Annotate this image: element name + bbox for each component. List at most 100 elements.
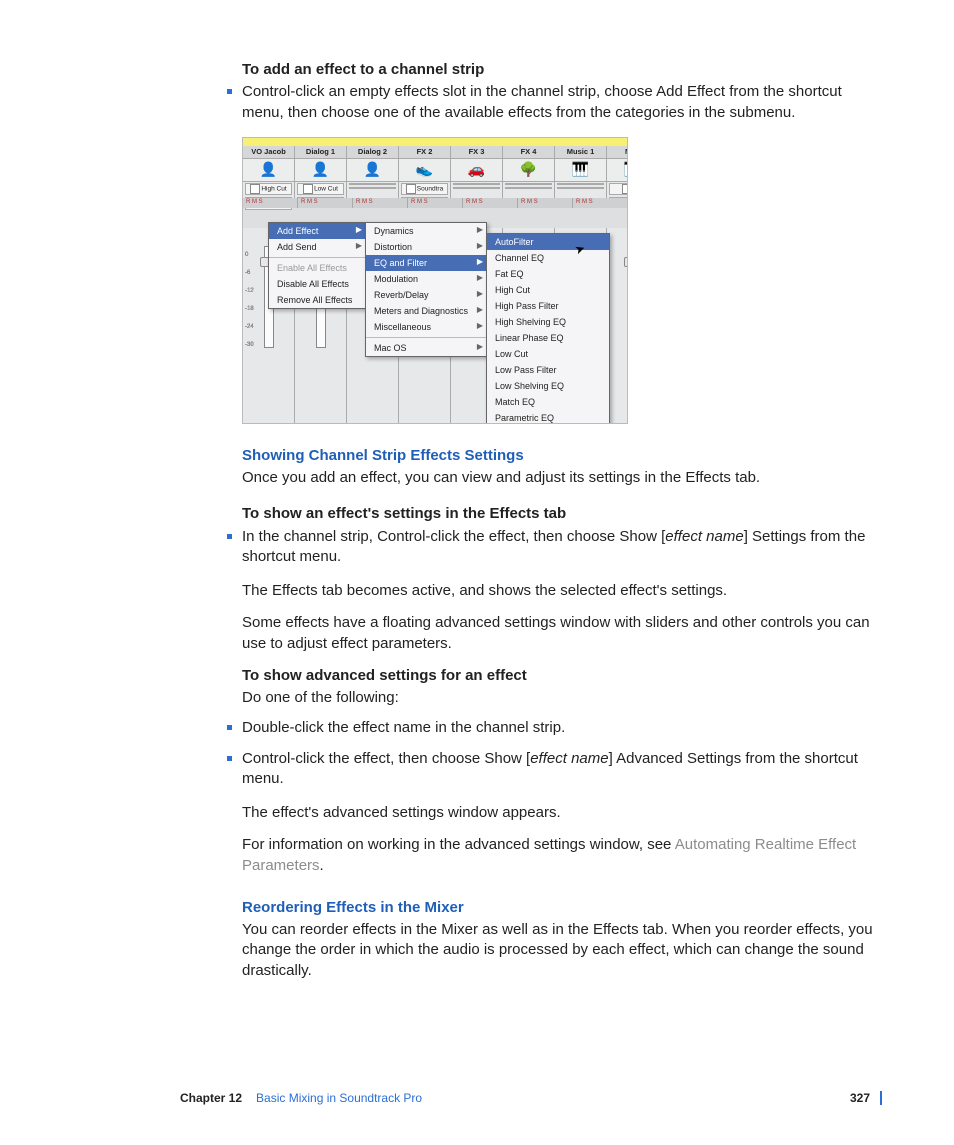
- menu-item[interactable]: High Pass Filter: [487, 298, 609, 314]
- para-floating-window: Some effects have a floating advanced se…: [242, 613, 882, 654]
- effect-slot[interactable]: [349, 183, 396, 185]
- chevron-right-icon: ▶: [477, 321, 483, 332]
- channel-name: FX 3: [451, 146, 502, 159]
- channel-strip[interactable]: Dialog 1👤Low Cut: [295, 146, 347, 206]
- para-more-info: For information on working in the advanc…: [242, 835, 882, 876]
- menu-item[interactable]: AutoFilter: [487, 234, 609, 250]
- screenshot-mixer: VO Jacob👤High CutCompresDialog 1👤Low Cut…: [242, 137, 628, 424]
- subhead-show-settings: To show an effect's settings in the Effe…: [242, 504, 882, 524]
- channel-icon: 🚗: [451, 159, 502, 182]
- channel-strip[interactable]: FX 2👟Soundtra: [399, 146, 451, 206]
- channel-strip[interactable]: Mus🎹Mu: [607, 146, 628, 206]
- effect-slot[interactable]: High Cut: [245, 183, 292, 195]
- menu-item[interactable]: Disable All Effects: [269, 276, 365, 292]
- channel-strip[interactable]: FX 4🌳: [503, 146, 555, 206]
- menu-item[interactable]: Meters and Diagnostics▶: [366, 303, 486, 319]
- chevron-right-icon: ▶: [477, 289, 483, 300]
- footer-chapter: Chapter 12: [180, 1091, 242, 1105]
- menu-item[interactable]: Dynamics▶: [366, 223, 486, 239]
- menu-item[interactable]: Low Shelving EQ: [487, 378, 609, 394]
- menu-item[interactable]: Reverb/Delay▶: [366, 287, 486, 303]
- chevron-right-icon: ▶: [356, 241, 362, 252]
- effect-slot[interactable]: [557, 183, 604, 185]
- effect-slot[interactable]: [349, 187, 396, 189]
- volume-fader[interactable]: [628, 246, 629, 348]
- menu-item[interactable]: Modulation▶: [366, 271, 486, 287]
- channel-icon: 🌳: [503, 159, 554, 182]
- footer-title: Basic Mixing in Soundtrack Pro: [256, 1091, 422, 1105]
- channel-name: Music 1: [555, 146, 606, 159]
- channel-name: FX 4: [503, 146, 554, 159]
- channel-name: FX 2: [399, 146, 450, 159]
- meter-readout: R M S: [353, 198, 408, 208]
- channel-strip[interactable]: Dialog 2👤: [347, 146, 399, 206]
- effect-slot[interactable]: Low Cut: [297, 183, 344, 195]
- menu-item[interactable]: Fat EQ: [487, 266, 609, 282]
- bullet-controlclick: Control-click the effect, then choose Sh…: [242, 749, 882, 790]
- effect-slot[interactable]: Soundtra: [401, 183, 448, 195]
- channel-name: Mus: [607, 146, 628, 159]
- context-menu-main[interactable]: Add Effect▶Add Send▶ Enable All EffectsDi…: [268, 222, 366, 309]
- effect-slot[interactable]: [453, 183, 500, 185]
- meter-readout: R M S: [518, 198, 573, 208]
- para-do-one: Do one of the following:: [242, 688, 882, 708]
- context-menu-categories[interactable]: Dynamics▶Distortion▶EQ and Filter▶Modula…: [365, 222, 487, 357]
- menu-item[interactable]: Parametric EQ: [487, 410, 609, 424]
- menu-item[interactable]: Linear Phase EQ: [487, 330, 609, 346]
- fader-handle[interactable]: [624, 257, 629, 267]
- channel-icon: 👤: [295, 159, 346, 182]
- menu-item[interactable]: Remove All Effects: [269, 292, 365, 308]
- menu-item[interactable]: Low Pass Filter: [487, 362, 609, 378]
- para-appears: The effect's advanced settings window ap…: [242, 803, 882, 823]
- context-menu-eq-filter[interactable]: AutoFilterChannel EQFat EQHigh CutHigh P…: [486, 233, 610, 424]
- channel-icon: 👤: [243, 159, 294, 182]
- meter-readout: R M S: [243, 198, 298, 208]
- heading-reorder: Reordering Effects in the Mixer: [242, 898, 882, 918]
- meter-readout: R M S: [298, 198, 353, 208]
- chevron-right-icon: ▶: [477, 241, 483, 252]
- chevron-right-icon: ▶: [477, 305, 483, 316]
- channel-strip[interactable]: Music 1🎹: [555, 146, 607, 206]
- fader-strip: 0-6-12-18-24-30: [607, 228, 628, 423]
- menu-item[interactable]: Match EQ: [487, 394, 609, 410]
- menu-item: Enable All Effects: [269, 260, 365, 276]
- channel-name: Dialog 2: [347, 146, 398, 159]
- menu-item[interactable]: Add Effect▶: [269, 223, 365, 239]
- meter-readout: R M S: [408, 198, 463, 208]
- channel-icon: 👟: [399, 159, 450, 182]
- chevron-right-icon: ▶: [356, 225, 362, 236]
- effect-slot[interactable]: [453, 187, 500, 189]
- heading-add-effect: To add an effect to a channel strip: [242, 60, 882, 80]
- chevron-right-icon: ▶: [477, 225, 483, 236]
- footer-bar: [880, 1091, 882, 1105]
- menu-item[interactable]: Distortion▶: [366, 239, 486, 255]
- para-effects-tab-active: The Effects tab becomes active, and show…: [242, 581, 882, 601]
- channel-name: VO Jacob: [243, 146, 294, 159]
- para-reorder: You can reorder effects in the Mixer as …: [242, 920, 882, 981]
- effect-slot[interactable]: Mu: [609, 183, 628, 195]
- channel-icon: 🎹: [555, 159, 606, 182]
- meter-readout: R M S: [573, 198, 628, 208]
- bullet-add-effect: Control-click an empty effects slot in t…: [242, 82, 882, 123]
- bullet-show-settings: In the channel strip, Control-click the …: [242, 527, 882, 568]
- channel-strip[interactable]: VO Jacob👤High CutCompres: [243, 146, 295, 206]
- channel-icon: 👤: [347, 159, 398, 182]
- menu-item[interactable]: Mac OS▶: [366, 340, 486, 356]
- effect-slot[interactable]: [505, 183, 552, 185]
- menu-item[interactable]: High Cut: [487, 282, 609, 298]
- chevron-right-icon: ▶: [477, 257, 483, 268]
- effect-slot[interactable]: [557, 187, 604, 189]
- menu-item[interactable]: Channel EQ: [487, 250, 609, 266]
- menu-item[interactable]: Add Send▶: [269, 239, 365, 255]
- channel-icon: 🎹: [607, 159, 628, 182]
- menu-item[interactable]: Miscellaneous▶: [366, 319, 486, 335]
- menu-item[interactable]: High Shelving EQ: [487, 314, 609, 330]
- menu-item[interactable]: EQ and Filter▶: [366, 255, 486, 271]
- footer-page: 327: [850, 1091, 870, 1105]
- meter-readout: R M S: [463, 198, 518, 208]
- effect-slot[interactable]: [505, 187, 552, 189]
- bullet-doubleclick: Double-click the effect name in the chan…: [242, 718, 882, 738]
- para-showing-1: Once you add an effect, you can view and…: [242, 468, 882, 488]
- menu-item[interactable]: Low Cut: [487, 346, 609, 362]
- channel-strip[interactable]: FX 3🚗: [451, 146, 503, 206]
